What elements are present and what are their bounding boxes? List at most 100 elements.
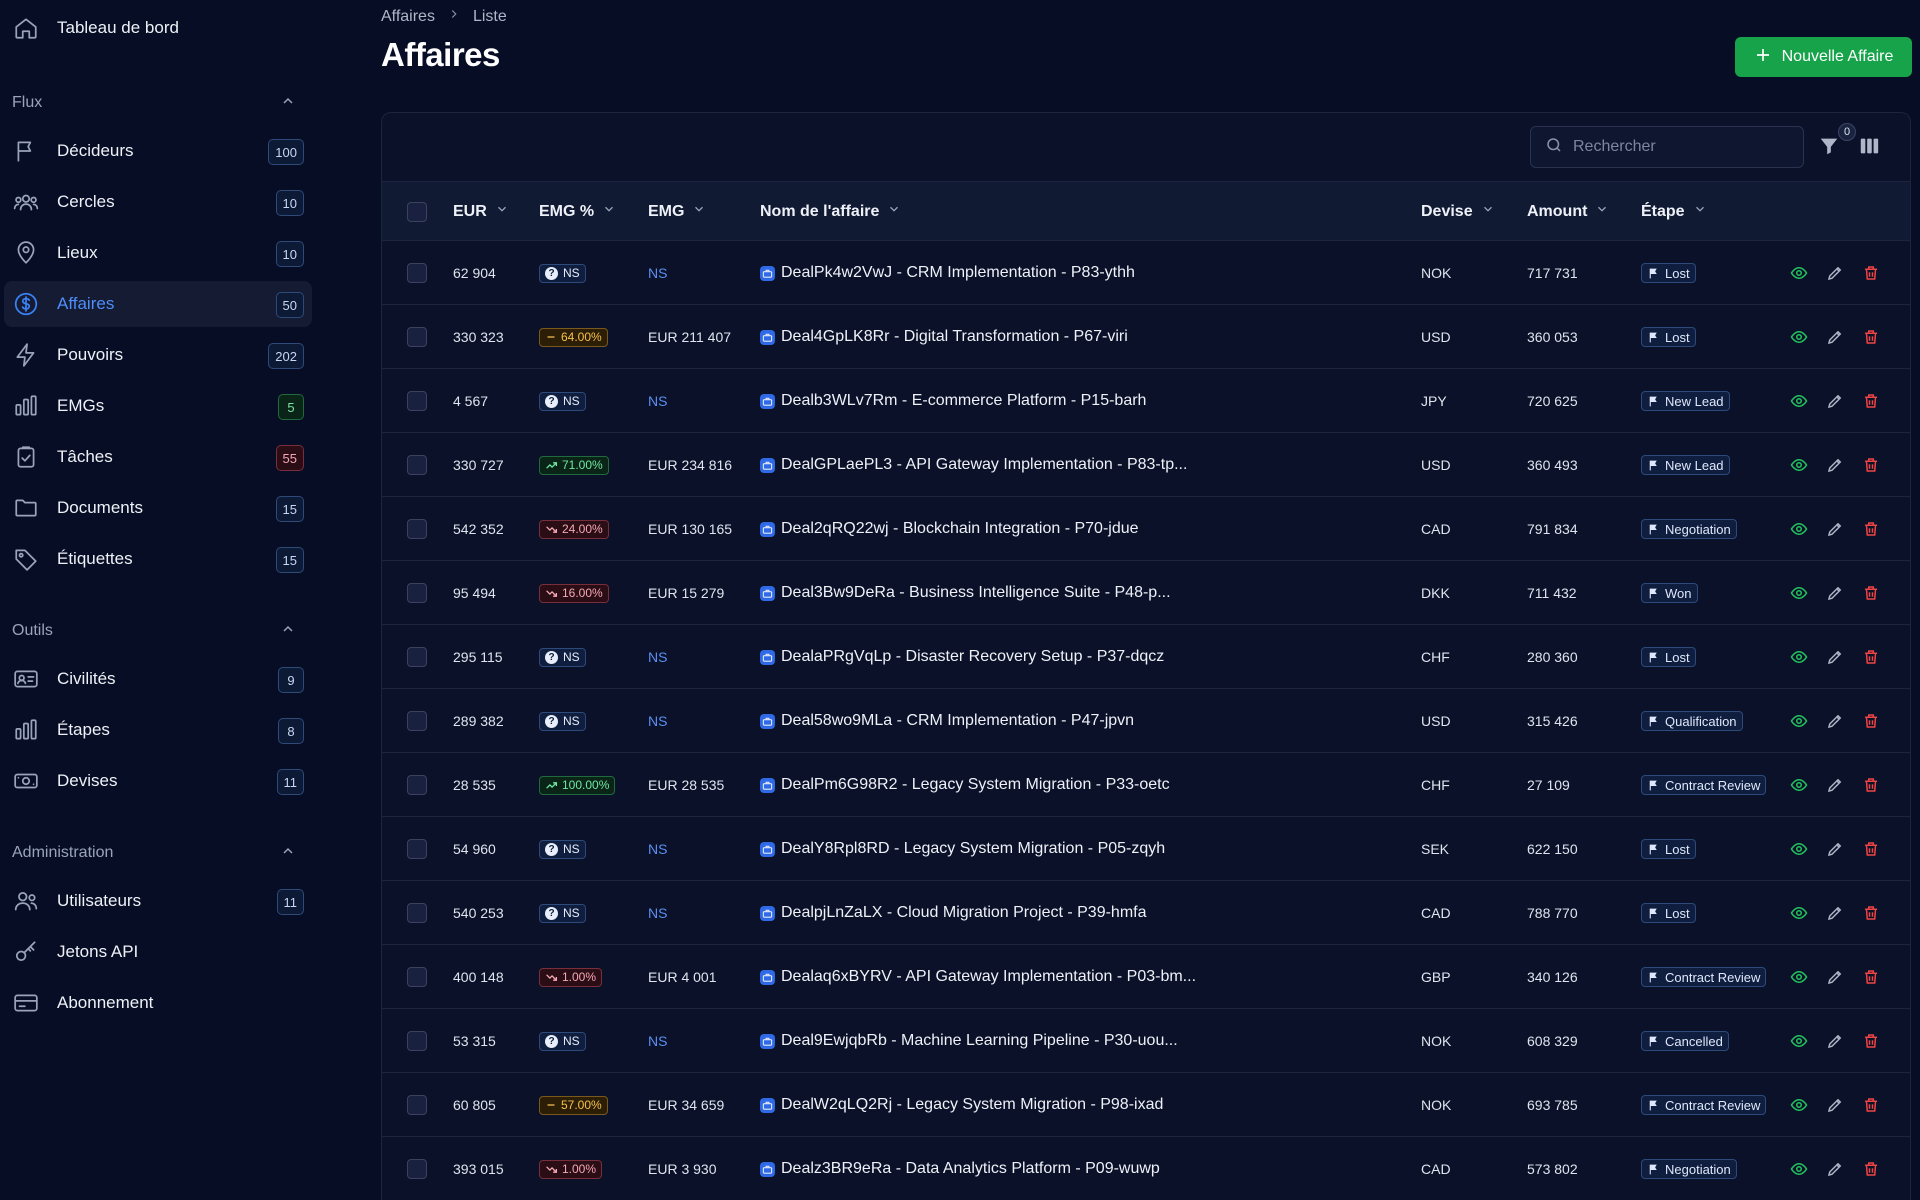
view-button[interactable] [1788, 966, 1810, 988]
table-row[interactable]: 295 115? NS NS DealaPRgVqLp - Disaster Reco… [382, 625, 1910, 689]
table-row[interactable]: 53 315? NS NS Deal9EwjqbRb - Machine Learni… [382, 1009, 1910, 1073]
sidebar-item-decideurs[interactable]: Décideurs 100 [4, 128, 312, 174]
column-header-emg-pct[interactable]: EMG % [539, 182, 616, 241]
edit-button[interactable] [1824, 774, 1846, 796]
deal-name-link[interactable]: Dealb3WLv7Rm - E-commerce Platform - P15… [760, 392, 1146, 410]
column-header-emg[interactable]: EMG [648, 182, 706, 241]
table-row[interactable]: 540 253? NS NS DealpjLnZaLX - Cloud Migrati… [382, 881, 1910, 945]
edit-button[interactable] [1824, 390, 1846, 412]
view-button[interactable] [1788, 390, 1810, 412]
row-checkbox[interactable] [407, 903, 427, 923]
table-row[interactable]: 95 494 16.00% EUR 15 279 Deal3Bw9DeRa - Bus… [382, 561, 1910, 625]
section-flux[interactable]: Flux [4, 88, 304, 118]
table-row[interactable]: 54 960? NS NS DealY8Rpl8RD - Legacy System … [382, 817, 1910, 881]
view-button[interactable] [1788, 902, 1810, 924]
section-administration[interactable]: Administration [4, 838, 304, 868]
sidebar-item-abonnement[interactable]: Abonnement [4, 980, 312, 1026]
delete-button[interactable] [1860, 1158, 1882, 1180]
sidebar-item-lieux[interactable]: Lieux 10 [4, 230, 312, 276]
sidebar-item-documents[interactable]: Documents 15 [4, 485, 312, 531]
section-outils[interactable]: Outils [4, 616, 304, 646]
sidebar-item-pouvoirs[interactable]: Pouvoirs 202 [4, 332, 312, 378]
table-row[interactable]: 330 727 71.00% EUR 234 816 DealGPLaePL3 - A… [382, 433, 1910, 497]
row-checkbox[interactable] [407, 519, 427, 539]
deal-name-link[interactable]: Deal4GpLK8Rr - Digital Transformation - … [760, 328, 1128, 346]
column-header-etape[interactable]: Étape [1641, 182, 1707, 241]
edit-button[interactable] [1824, 902, 1846, 924]
delete-button[interactable] [1860, 966, 1882, 988]
row-checkbox[interactable] [407, 1095, 427, 1115]
delete-button[interactable] [1860, 1094, 1882, 1116]
edit-button[interactable] [1824, 646, 1846, 668]
view-button[interactable] [1788, 838, 1810, 860]
table-row[interactable]: 4 567? NS NS Dealb3WLv7Rm - E-commerce Plat… [382, 369, 1910, 433]
edit-button[interactable] [1824, 1094, 1846, 1116]
delete-button[interactable] [1860, 518, 1882, 540]
view-button[interactable] [1788, 518, 1810, 540]
delete-button[interactable] [1860, 454, 1882, 476]
row-checkbox[interactable] [407, 839, 427, 859]
deal-name-link[interactable]: Dealz3BR9eRa - Data Analytics Platform -… [760, 1160, 1160, 1178]
column-header-devise[interactable]: Devise [1421, 182, 1495, 241]
sidebar-item-taches[interactable]: Tâches 55 [4, 434, 312, 480]
edit-button[interactable] [1824, 1158, 1846, 1180]
view-button[interactable] [1788, 454, 1810, 476]
columns-button[interactable] [1858, 135, 1884, 161]
delete-button[interactable] [1860, 902, 1882, 924]
table-row[interactable]: 400 148 1.00% EUR 4 001 Dealaq6xBYRV - API … [382, 945, 1910, 1009]
view-button[interactable] [1788, 710, 1810, 732]
sidebar-item-emgs[interactable]: EMGs 5 [4, 383, 312, 429]
row-checkbox[interactable] [407, 967, 427, 987]
deal-name-link[interactable]: DealW2qLQ2Rj - Legacy System Migration -… [760, 1096, 1163, 1114]
row-checkbox[interactable] [407, 583, 427, 603]
deal-name-link[interactable]: Deal2qRQ22wj - Blockchain Integration - … [760, 520, 1139, 538]
row-checkbox[interactable] [407, 775, 427, 795]
view-button[interactable] [1788, 1158, 1810, 1180]
edit-button[interactable] [1824, 518, 1846, 540]
deal-name-link[interactable]: DealGPLaePL3 - API Gateway Implementatio… [760, 456, 1187, 474]
deal-name-link[interactable]: Dealaq6xBYRV - API Gateway Implementatio… [760, 968, 1196, 986]
sidebar-item-cercles[interactable]: Cercles 10 [4, 179, 312, 225]
deal-name-link[interactable]: DealpjLnZaLX - Cloud Migration Project -… [760, 904, 1147, 922]
select-all-checkbox[interactable] [407, 201, 427, 222]
edit-button[interactable] [1824, 326, 1846, 348]
row-checkbox[interactable] [407, 1031, 427, 1051]
row-checkbox[interactable] [407, 647, 427, 667]
delete-button[interactable] [1860, 774, 1882, 796]
sidebar-item-jetons-api[interactable]: Jetons API [4, 929, 312, 975]
row-checkbox[interactable] [407, 327, 427, 347]
deal-name-link[interactable]: Deal9EwjqbRb - Machine Learning Pipeline… [760, 1032, 1178, 1050]
row-checkbox[interactable] [407, 711, 427, 731]
search-box[interactable] [1530, 126, 1804, 168]
sidebar-item-etapes[interactable]: Étapes 8 [4, 707, 312, 753]
edit-button[interactable] [1824, 582, 1846, 604]
row-checkbox[interactable] [407, 1159, 427, 1179]
filter-button[interactable] [1818, 135, 1844, 161]
row-checkbox[interactable] [407, 391, 427, 411]
view-button[interactable] [1788, 326, 1810, 348]
view-button[interactable] [1788, 262, 1810, 284]
deal-name-link[interactable]: DealPm6G98R2 - Legacy System Migration -… [760, 776, 1170, 794]
deal-name-link[interactable]: DealY8Rpl8RD - Legacy System Migration -… [760, 840, 1165, 858]
delete-button[interactable] [1860, 710, 1882, 732]
row-checkbox[interactable] [407, 455, 427, 475]
sidebar-item-affaires[interactable]: Affaires 50 [4, 281, 312, 327]
delete-button[interactable] [1860, 326, 1882, 348]
edit-button[interactable] [1824, 838, 1846, 860]
edit-button[interactable] [1824, 454, 1846, 476]
deal-name-link[interactable]: DealaPRgVqLp - Disaster Recovery Setup -… [760, 648, 1164, 666]
sidebar-item-devises[interactable]: Devises 11 [4, 758, 312, 804]
sidebar-item-civilites[interactable]: Civilités 9 [4, 656, 312, 702]
view-button[interactable] [1788, 774, 1810, 796]
table-row[interactable]: 62 904? NS NS DealPk4w2VwJ - CRM Implementa… [382, 241, 1910, 305]
edit-button[interactable] [1824, 710, 1846, 732]
edit-button[interactable] [1824, 262, 1846, 284]
delete-button[interactable] [1860, 262, 1882, 284]
search-input[interactable] [1573, 138, 1773, 156]
deal-name-link[interactable]: Deal58wo9MLa - CRM Implementation - P47-… [760, 712, 1134, 730]
edit-button[interactable] [1824, 966, 1846, 988]
column-header-amount[interactable]: Amount [1527, 182, 1609, 241]
nav-dashboard[interactable]: Tableau de bord [4, 0, 326, 56]
table-row[interactable]: 542 352 24.00% EUR 130 165 Deal2qRQ22wj - B… [382, 497, 1910, 561]
edit-button[interactable] [1824, 1030, 1846, 1052]
